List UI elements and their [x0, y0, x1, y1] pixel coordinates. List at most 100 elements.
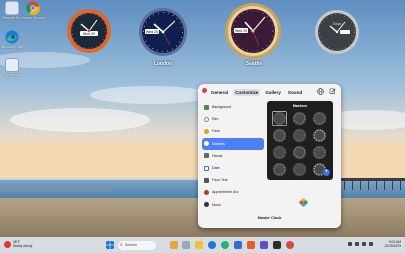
- settings-tabs: General Customize Gallery Sound: [209, 89, 304, 96]
- date-icon: [204, 165, 209, 171]
- sidebar-item-rim[interactable]: Rim: [202, 113, 264, 125]
- clock-caption-seattle: Seattle: [245, 61, 263, 67]
- sidebar-item-label: Appointment Arc: [212, 190, 239, 195]
- taskbar-search[interactable]: ⌕ Search: [118, 240, 156, 250]
- weather-widget[interactable]: 48°F Mostly cloudy: [4, 240, 32, 248]
- appointment-arc-icon: [204, 189, 209, 195]
- sidebar-item-label: Face Text: [212, 178, 228, 183]
- store-icon[interactable]: [234, 241, 242, 249]
- taskbar-date: 10/25/2023: [384, 244, 401, 249]
- clock-city-label: Tokyo: [333, 22, 342, 26]
- markers-title: Markers: [292, 104, 308, 108]
- edge-icon: [5, 30, 19, 44]
- sidebar-item-hands[interactable]: Hands: [202, 150, 264, 162]
- chrome-taskbar-icon[interactable]: [221, 241, 229, 249]
- sidebar-item-label: Date: [212, 166, 220, 171]
- clock-settings-panel: General Customize Gallery Sound Backgrou…: [198, 84, 341, 228]
- tab-gallery[interactable]: Gallery: [263, 89, 283, 96]
- system-tray-icons: [348, 242, 373, 246]
- search-placeholder: Search: [124, 243, 137, 247]
- desktop-icon-screenshot[interactable]: Screenshot: [0, 58, 24, 77]
- marker-style-option[interactable]: [272, 145, 287, 160]
- clock-date-badge: Wed 25: [146, 30, 158, 34]
- marker-style-option[interactable]: [272, 128, 287, 143]
- desktop-icon-label: Microsoft Edge: [0, 45, 24, 49]
- sidebar-item-label: Background: [212, 105, 232, 110]
- sidebar-item-label: Markers: [212, 141, 225, 146]
- marker-style-option[interactable]: [292, 128, 307, 143]
- sidebar-item-label: Rim: [212, 117, 219, 122]
- sidebar-item-background[interactable]: Background: [202, 101, 264, 113]
- marker-style-option[interactable]: [312, 145, 327, 160]
- weather-text: 48°F Mostly cloudy: [13, 240, 32, 248]
- background-icon: [204, 104, 209, 110]
- marker-style-option[interactable]: [312, 111, 327, 126]
- add-marker-button[interactable]: +: [323, 169, 330, 176]
- app-icon-4[interactable]: [273, 241, 281, 249]
- marker-style-option[interactable]: [292, 145, 307, 160]
- clock-orange[interactable]: Mon 25: [66, 8, 112, 54]
- face-text-icon: [204, 177, 209, 183]
- markers-icon: [204, 141, 209, 147]
- sidebar-item-face[interactable]: Face: [202, 125, 264, 137]
- markers-gallery: Markers +: [267, 101, 333, 180]
- desktop-icon-chrome[interactable]: Google Chrome: [21, 1, 45, 20]
- sidebar-item-label: Face: [212, 129, 220, 134]
- sidebar-item-markers[interactable]: Markers: [202, 137, 264, 150]
- search-icon: ⌕: [120, 242, 123, 248]
- customize-sidebar: Background Rim Face Markers Hands Date F…: [202, 101, 264, 211]
- taskbar: 48°F Mostly cloudy ⌕ Search 9:02 AM 10/2…: [0, 237, 405, 253]
- task-view-icon[interactable]: [182, 241, 190, 249]
- desktop-icon-label: Screenshot: [3, 73, 21, 77]
- marker-style-option[interactable]: [292, 162, 307, 177]
- tab-customize[interactable]: Customize: [233, 89, 261, 96]
- clock-date-badge: Mon 25: [83, 32, 95, 36]
- clock-app-taskbar-icon[interactable]: [286, 241, 294, 249]
- marker-style-option[interactable]: [272, 111, 287, 126]
- app-icon-2[interactable]: [247, 241, 255, 249]
- globe-icon[interactable]: [317, 88, 324, 95]
- hands-icon: [204, 153, 209, 159]
- marker-style-option[interactable]: [312, 128, 327, 143]
- weather-icon: [4, 240, 11, 248]
- clock-silver[interactable]: Tokyo: [314, 9, 360, 55]
- edge-taskbar-icon[interactable]: [208, 241, 216, 249]
- clock-seattle[interactable]: Wed 25: [225, 2, 281, 62]
- marker-style-option[interactable]: [292, 111, 307, 126]
- face-icon: [204, 128, 209, 134]
- windows-start-icon[interactable]: [106, 241, 114, 249]
- screenshot-icon: [5, 58, 19, 72]
- weather-desc: Mostly cloudy: [13, 244, 33, 248]
- taskbar-clock[interactable]: 9:02 AM 10/25/2023: [384, 240, 401, 249]
- edit-icon[interactable]: [329, 88, 336, 95]
- chrome-icon: [26, 1, 40, 15]
- chevron-up-icon[interactable]: [348, 242, 352, 246]
- sidebar-item-label: Moon: [212, 202, 221, 207]
- wifi-icon[interactable]: [355, 242, 359, 246]
- sidebar-item-face-text[interactable]: Face Text: [202, 174, 264, 186]
- close-button[interactable]: [202, 88, 207, 93]
- sidebar-item-moon[interactable]: Moon: [202, 199, 264, 211]
- app-icon-3[interactable]: [260, 241, 268, 249]
- panel-footer-title: Master Clock: [257, 216, 282, 220]
- desktop-icon-edge[interactable]: Microsoft Edge: [0, 30, 24, 49]
- battery-icon[interactable]: [369, 242, 373, 246]
- sidebar-item-label: Hands: [212, 153, 223, 158]
- tab-sound[interactable]: Sound: [286, 89, 304, 96]
- desktop-icon-label: Recycle Bin: [3, 16, 21, 20]
- rim-icon: [204, 116, 209, 122]
- tab-general[interactable]: General: [209, 89, 230, 96]
- photos-icon[interactable]: [299, 198, 308, 207]
- app-icon-1[interactable]: [170, 241, 178, 249]
- file-explorer-icon[interactable]: [195, 241, 203, 249]
- clock-caption-london: London: [153, 61, 173, 67]
- volume-icon[interactable]: [362, 242, 366, 246]
- sidebar-item-date[interactable]: Date: [202, 162, 264, 174]
- desktop-icon-label: Google Chrome: [21, 16, 45, 20]
- clock-london[interactable]: Wed 25: [139, 5, 187, 65]
- recycle-bin-icon: [5, 1, 19, 15]
- moon-icon: [204, 202, 209, 208]
- sidebar-item-appointment-arc[interactable]: Appointment Arc: [202, 186, 264, 198]
- clock-date-badge: Wed 25: [235, 29, 247, 33]
- marker-style-option[interactable]: [272, 162, 287, 177]
